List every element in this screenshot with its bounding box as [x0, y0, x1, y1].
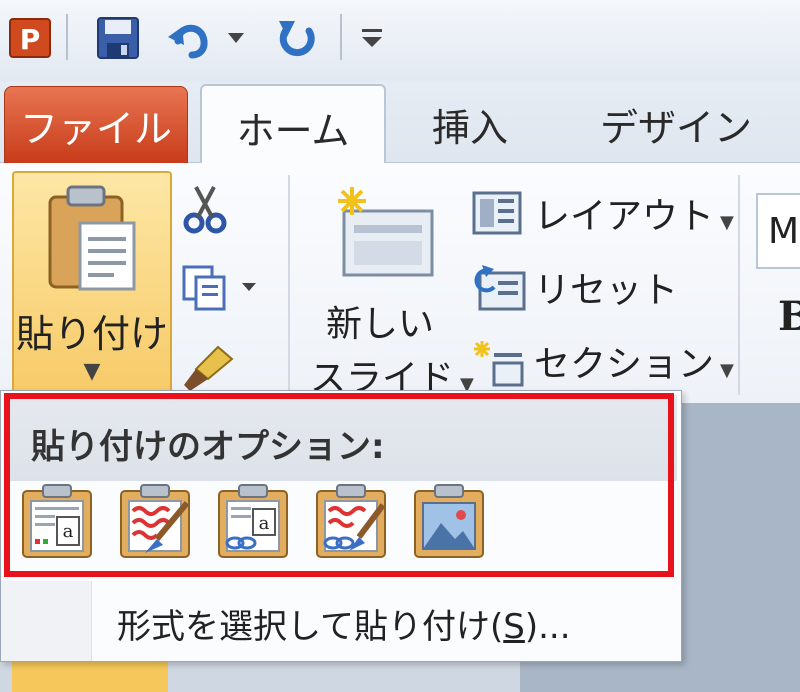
paste-button[interactable]: 貼り付け ▼ — [12, 171, 172, 407]
layout-icon — [472, 191, 522, 239]
new-slide-label-line1: 新しい — [326, 304, 435, 345]
paste-special-menu-item[interactable]: 形式を選択して貼り付け(S)... — [1, 581, 681, 661]
qat-separator — [66, 14, 68, 60]
format-painter-brush-icon[interactable] — [178, 343, 238, 397]
redo-icon[interactable] — [268, 10, 328, 66]
clipboard-icon — [48, 185, 136, 291]
section-icon — [472, 339, 526, 391]
tab-file[interactable]: ファイル — [4, 86, 188, 164]
menu-icon-column — [1, 581, 92, 661]
customize-qat-icon[interactable] — [352, 10, 392, 66]
copy-icon[interactable] — [180, 263, 260, 317]
svg-text:a: a — [63, 521, 74, 542]
paste-chevron-down-icon: ▼ — [83, 359, 101, 384]
paste-as-picture-icon[interactable] — [411, 483, 487, 559]
quick-access-toolbar: P — [0, 0, 800, 82]
paste-keep-source-formatting-icon[interactable] — [117, 483, 193, 559]
section-label: セクション — [534, 344, 715, 385]
paste-special-suffix: )... — [524, 607, 571, 647]
paste-options-header: 貼り付けのオプション: — [5, 395, 677, 481]
paste-special-prefix: 形式を選択して貼り付け( — [117, 607, 504, 647]
tab-insert[interactable]: 挿入 — [400, 86, 540, 162]
section-chevron-down-icon: ▼ — [720, 360, 734, 381]
reset-button[interactable]: リセット — [534, 261, 678, 313]
svg-text:P: P — [20, 23, 41, 56]
paste-embed-icon[interactable]: a — [215, 483, 291, 559]
layout-chevron-down-icon: ▼ — [720, 212, 734, 233]
bold-button[interactable]: B — [778, 293, 800, 340]
paste-special-accesskey: S — [503, 607, 525, 647]
qat-separator — [340, 14, 342, 60]
ribbon-home-panel: 貼り付け ▼ 新しい スライド ▼ レイアウト ▼ リセット セクション ▼ M… — [0, 163, 800, 407]
paste-dropdown-menu: 貼り付けのオプション: a a 形式を選択して貼り付け(S)... — [0, 390, 682, 662]
paste-options-title: 貼り付けのオプション: — [31, 427, 385, 467]
section-button[interactable]: セクション ▼ — [534, 335, 734, 387]
new-slide-icon — [338, 187, 434, 277]
reset-icon — [472, 263, 526, 315]
paste-use-destination-theme-icon[interactable]: a — [19, 483, 95, 559]
new-slide-button[interactable] — [330, 183, 438, 287]
undo-icon[interactable] — [162, 10, 218, 66]
group-divider — [288, 175, 290, 395]
paste-options-icons: a a — [19, 483, 487, 573]
ribbon-tabs: ファイル ホーム 挿入 デザイン — [0, 82, 800, 168]
tab-home[interactable]: ホーム — [200, 84, 386, 168]
svg-text:a: a — [259, 513, 270, 534]
undo-dropdown-chevron-down-icon[interactable] — [224, 10, 248, 66]
paste-embed-keep-source-icon[interactable] — [313, 483, 389, 559]
font-name-input[interactable]: M — [756, 193, 800, 269]
powerpoint-icon[interactable]: P — [4, 10, 58, 66]
tab-design[interactable]: デザイン — [586, 86, 766, 162]
save-icon[interactable] — [88, 10, 148, 66]
layout-label: レイアウト — [534, 196, 715, 237]
group-divider — [738, 175, 740, 395]
layout-button[interactable]: レイアウト ▼ — [534, 187, 734, 239]
cut-scissors-icon[interactable] — [180, 183, 230, 239]
paste-button-label: 貼り付け — [15, 312, 168, 356]
paste-special-label: 形式を選択して貼り付け(S)... — [117, 599, 571, 648]
